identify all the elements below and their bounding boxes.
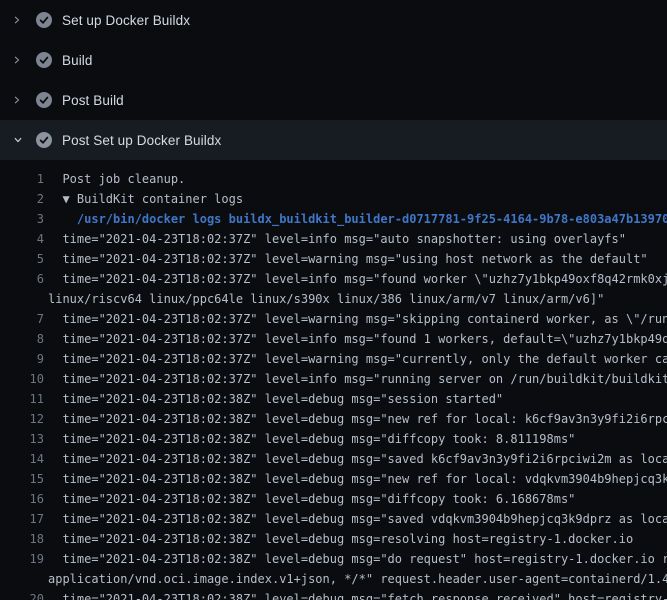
log-line: 18 time="2021-04-23T18:02:38Z" level=deb… — [0, 529, 667, 549]
log-line: 15 time="2021-04-23T18:02:38Z" level=deb… — [0, 469, 667, 489]
line-number[interactable]: 19 — [0, 549, 44, 569]
log-text: time="2021-04-23T18:02:38Z" level=debug … — [48, 529, 667, 549]
line-number[interactable]: 9 — [0, 349, 44, 369]
line-number[interactable]: 6 — [0, 269, 44, 289]
log-text: time="2021-04-23T18:02:37Z" level=warnin… — [48, 309, 667, 329]
step-row-post-setup-docker-buildx[interactable]: Post Set up Docker Buildx — [0, 120, 667, 160]
log-group-toggle[interactable]: ▼ BuildKit container logs — [48, 189, 667, 209]
line-number[interactable]: 5 — [0, 249, 44, 269]
log-line: 12 time="2021-04-23T18:02:38Z" level=deb… — [0, 409, 667, 429]
log-text: time="2021-04-23T18:02:38Z" level=debug … — [48, 449, 667, 469]
log-text: time="2021-04-23T18:02:38Z" level=debug … — [48, 589, 667, 600]
check-circle-icon — [36, 92, 52, 108]
check-circle-icon — [36, 52, 52, 68]
step-label: Set up Docker Buildx — [62, 13, 190, 28]
log-command-text: /usr/bin/docker logs buildx_buildkit_bui… — [48, 209, 667, 229]
line-number[interactable]: 7 — [0, 309, 44, 329]
log-area: 1 Post job cleanup.2 ▼ BuildKit containe… — [0, 160, 667, 600]
chevron-right-icon — [12, 92, 28, 108]
line-number[interactable]: 2 — [0, 189, 44, 209]
log-line: 1 Post job cleanup. — [0, 169, 667, 189]
log-text: time="2021-04-23T18:02:38Z" level=debug … — [48, 389, 667, 409]
line-number — [0, 289, 44, 309]
log-line: 13 time="2021-04-23T18:02:38Z" level=deb… — [0, 429, 667, 449]
line-number[interactable]: 20 — [0, 589, 44, 600]
log-text: time="2021-04-23T18:02:38Z" level=debug … — [48, 409, 667, 429]
log-line: 9 time="2021-04-23T18:02:37Z" level=warn… — [0, 349, 667, 369]
line-number — [0, 569, 44, 589]
step-label: Post Set up Docker Buildx — [62, 133, 221, 148]
log-line: 19 time="2021-04-23T18:02:38Z" level=deb… — [0, 549, 667, 569]
log-line: application/vnd.oci.image.index.v1+json,… — [0, 569, 667, 589]
log-text: Post job cleanup. — [48, 169, 667, 189]
line-number[interactable]: 10 — [0, 369, 44, 389]
log-line: linux/riscv64 linux/ppc64le linux/s390x … — [0, 289, 667, 309]
step-label: Build — [62, 53, 93, 68]
log-line: 17 time="2021-04-23T18:02:38Z" level=deb… — [0, 509, 667, 529]
log-text: linux/riscv64 linux/ppc64le linux/s390x … — [48, 289, 667, 309]
log-line: 5 time="2021-04-23T18:02:37Z" level=warn… — [0, 249, 667, 269]
log-line: 16 time="2021-04-23T18:02:38Z" level=deb… — [0, 489, 667, 509]
log-text: time="2021-04-23T18:02:38Z" level=debug … — [48, 469, 667, 489]
log-line: 10 time="2021-04-23T18:02:37Z" level=inf… — [0, 369, 667, 389]
line-number[interactable]: 15 — [0, 469, 44, 489]
log-text: time="2021-04-23T18:02:38Z" level=debug … — [48, 489, 667, 509]
line-number[interactable]: 11 — [0, 389, 44, 409]
steps-list: Set up Docker Buildx Build Post Build Po… — [0, 0, 667, 160]
line-number[interactable]: 14 — [0, 449, 44, 469]
log-line: 3 /usr/bin/docker logs buildx_buildkit_b… — [0, 209, 667, 229]
step-row-setup-docker-buildx[interactable]: Set up Docker Buildx — [0, 0, 667, 40]
log-line: 14 time="2021-04-23T18:02:38Z" level=deb… — [0, 449, 667, 469]
check-circle-icon — [36, 132, 52, 148]
check-circle-icon — [36, 12, 52, 28]
line-number[interactable]: 1 — [0, 169, 44, 189]
log-text: time="2021-04-23T18:02:37Z" level=info m… — [48, 269, 667, 289]
log-text: time="2021-04-23T18:02:38Z" level=debug … — [48, 429, 667, 449]
log-line: 6 time="2021-04-23T18:02:37Z" level=info… — [0, 269, 667, 289]
log-line: 11 time="2021-04-23T18:02:38Z" level=deb… — [0, 389, 667, 409]
chevron-down-icon — [12, 132, 28, 148]
chevron-right-icon — [12, 12, 28, 28]
step-row-post-build[interactable]: Post Build — [0, 80, 667, 120]
log-line: 7 time="2021-04-23T18:02:37Z" level=warn… — [0, 309, 667, 329]
log-line: 2 ▼ BuildKit container logs — [0, 189, 667, 209]
log-text: time="2021-04-23T18:02:37Z" level=warnin… — [48, 249, 667, 269]
log-lines: 1 Post job cleanup.2 ▼ BuildKit containe… — [0, 169, 667, 600]
log-text: time="2021-04-23T18:02:38Z" level=debug … — [48, 549, 667, 569]
step-label: Post Build — [62, 93, 124, 108]
line-number[interactable]: 18 — [0, 529, 44, 549]
log-line: 20 time="2021-04-23T18:02:38Z" level=deb… — [0, 589, 667, 600]
line-number[interactable]: 8 — [0, 329, 44, 349]
chevron-right-icon — [12, 52, 28, 68]
log-line: 4 time="2021-04-23T18:02:37Z" level=info… — [0, 229, 667, 249]
line-number[interactable]: 12 — [0, 409, 44, 429]
log-text: time="2021-04-23T18:02:37Z" level=info m… — [48, 369, 667, 389]
step-row-build[interactable]: Build — [0, 40, 667, 80]
log-text: time="2021-04-23T18:02:37Z" level=info m… — [48, 329, 667, 349]
log-text: time="2021-04-23T18:02:37Z" level=warnin… — [48, 349, 667, 369]
line-number[interactable]: 3 — [0, 209, 44, 229]
log-text: time="2021-04-23T18:02:38Z" level=debug … — [48, 509, 667, 529]
line-number[interactable]: 4 — [0, 229, 44, 249]
log-text: application/vnd.oci.image.index.v1+json,… — [48, 569, 667, 589]
log-line: 8 time="2021-04-23T18:02:37Z" level=info… — [0, 329, 667, 349]
line-number[interactable]: 17 — [0, 509, 44, 529]
line-number[interactable]: 16 — [0, 489, 44, 509]
log-text: time="2021-04-23T18:02:37Z" level=info m… — [48, 229, 667, 249]
line-number[interactable]: 13 — [0, 429, 44, 449]
